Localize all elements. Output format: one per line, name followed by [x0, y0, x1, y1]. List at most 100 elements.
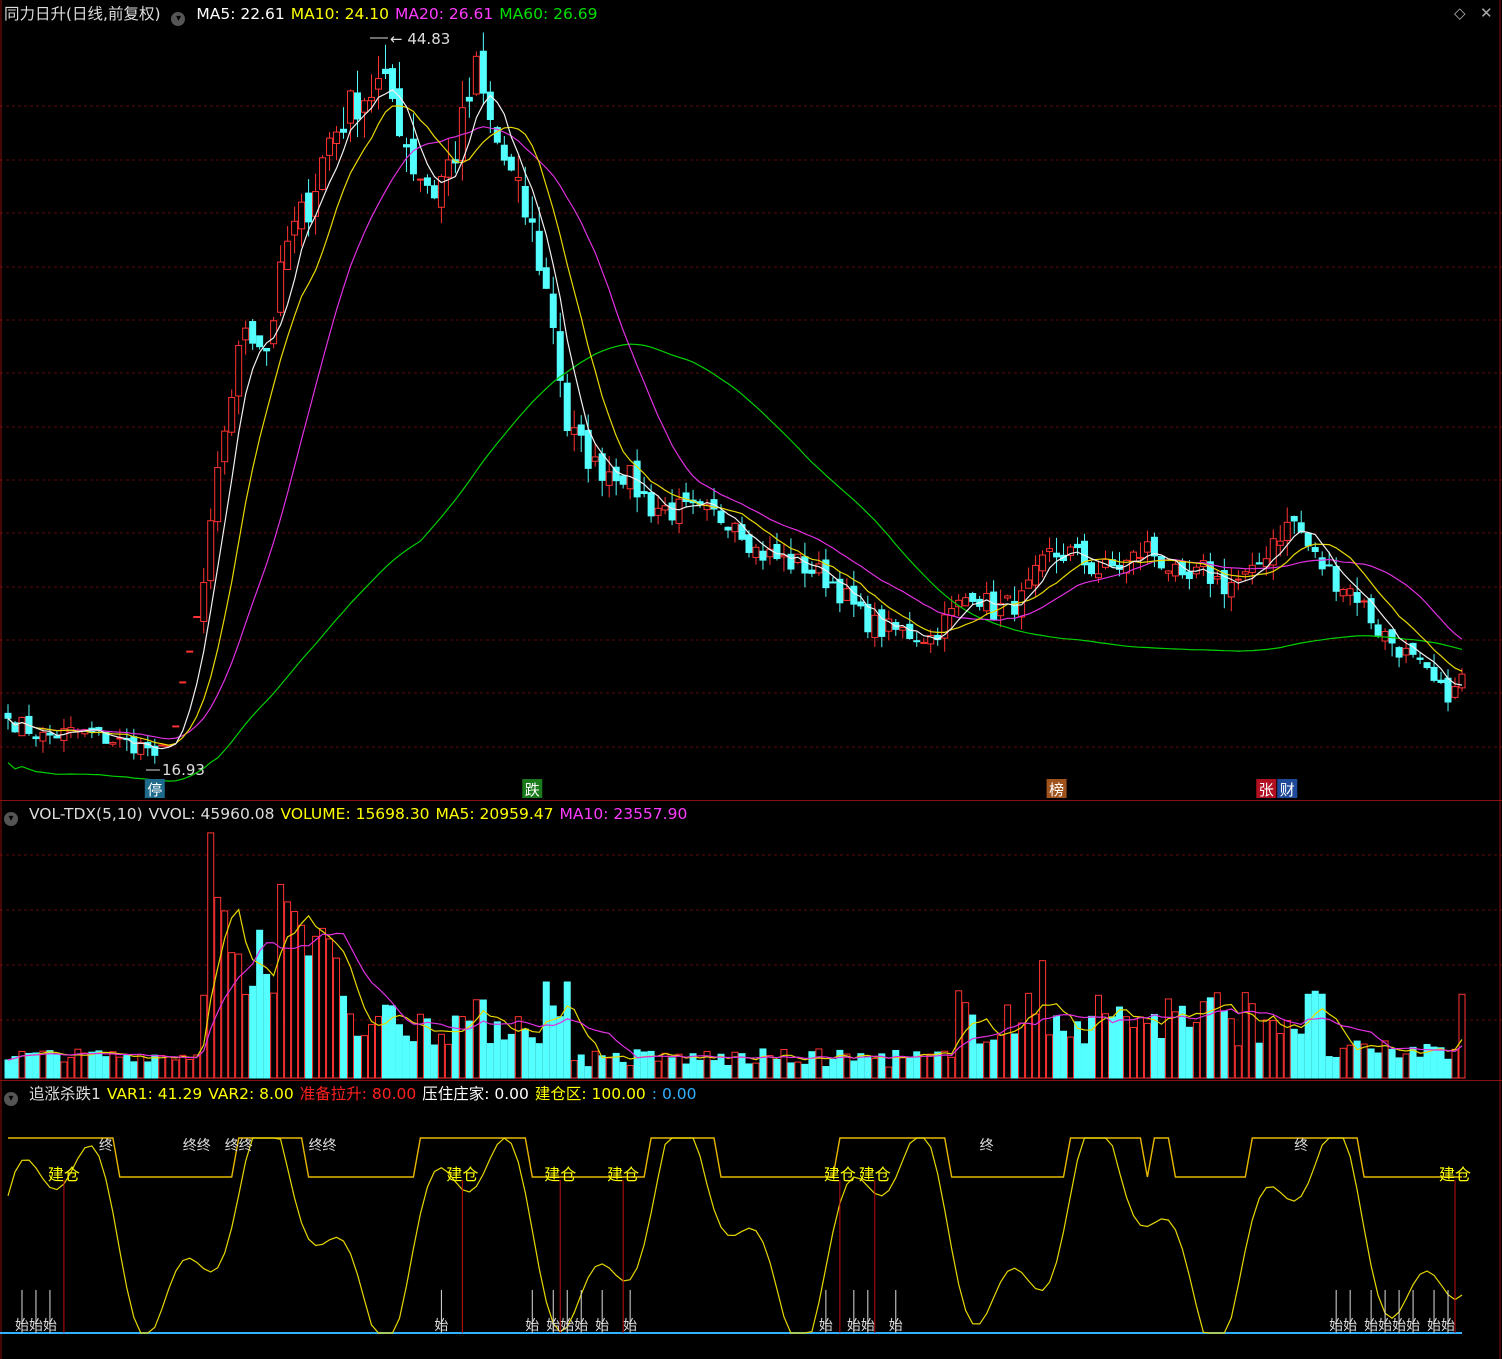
volume-bar	[885, 1066, 893, 1079]
volume-bar	[1262, 1019, 1270, 1079]
candle-body	[381, 68, 389, 75]
volume-bar	[165, 1056, 173, 1079]
ma60-line	[7, 343, 1463, 782]
volume-bar	[486, 1043, 494, 1079]
start-label: 始	[623, 1318, 637, 1334]
volume-bar	[1402, 1053, 1410, 1079]
candle-body	[654, 507, 662, 516]
volume-bar	[1451, 1048, 1459, 1079]
candle-body	[263, 347, 271, 352]
end-label: 终	[1294, 1138, 1308, 1154]
volume-bar	[1339, 1047, 1347, 1079]
candle-body	[333, 131, 341, 144]
volume-bar	[1458, 993, 1466, 1079]
volume-bar	[298, 924, 306, 1079]
volume-bar	[619, 1061, 627, 1079]
volume-bar	[745, 1063, 753, 1079]
candle-body	[647, 492, 655, 517]
volume-bar	[647, 1050, 655, 1079]
volume-bar	[1430, 1046, 1438, 1079]
volume-bar	[1255, 1042, 1263, 1079]
volume-bar	[235, 953, 243, 1079]
candle-body	[1136, 556, 1144, 559]
volume-bar	[402, 1035, 410, 1079]
volume-bar	[1108, 1016, 1116, 1079]
candle-body	[801, 556, 809, 574]
candle-body	[207, 520, 215, 582]
candle-body	[1039, 554, 1047, 572]
volume-bar	[1318, 993, 1326, 1079]
volume-bar	[906, 1056, 914, 1079]
volume-bar	[1269, 1020, 1277, 1079]
candle-body	[808, 569, 816, 574]
candle-body	[675, 498, 683, 524]
volume-bar	[773, 1058, 781, 1079]
volume-bar	[1046, 1034, 1054, 1079]
candle-body	[395, 88, 403, 137]
candle-body	[374, 78, 382, 90]
volume-bar	[829, 1058, 837, 1079]
candle-body	[1360, 600, 1368, 603]
volume-bar	[1060, 1030, 1068, 1079]
volume-bar	[1374, 1052, 1382, 1079]
build-label: 建仓	[446, 1165, 478, 1184]
volume-bar	[892, 1049, 900, 1079]
volume-bar	[263, 973, 271, 1079]
volume-bar	[116, 1056, 124, 1079]
candle-body	[465, 96, 473, 102]
candle-body	[291, 220, 299, 236]
volume-bar	[193, 1054, 201, 1079]
volume-bar	[1311, 990, 1319, 1079]
volume-bar	[1192, 1021, 1200, 1079]
candle-body	[200, 582, 208, 623]
candle-body	[1255, 562, 1263, 565]
candle-body	[1423, 662, 1431, 669]
volume-bar	[787, 1062, 795, 1079]
end-label: 终	[99, 1138, 113, 1154]
volume-bar	[361, 1035, 369, 1079]
start-label: 始	[1364, 1318, 1378, 1334]
volume-bar	[60, 1061, 68, 1079]
volume-bar	[605, 1057, 613, 1079]
build-label: 建仓	[1439, 1165, 1471, 1184]
start-label: 始	[1392, 1318, 1406, 1334]
volume-bar	[1395, 1057, 1403, 1079]
candle-body	[605, 471, 613, 486]
candle-body	[347, 90, 355, 124]
volume-bar	[528, 1037, 536, 1079]
volume-bar	[256, 929, 264, 1079]
candle-body	[969, 592, 977, 602]
build-label: 建仓	[48, 1165, 80, 1184]
volume-bar	[39, 1050, 47, 1079]
candle-body	[312, 191, 320, 217]
candle-body	[843, 588, 851, 601]
volume-bar	[1074, 1021, 1082, 1079]
candle-body	[1388, 629, 1396, 644]
volume-bar	[249, 985, 257, 1079]
chart-canvas: ← 44.8316.93停跌榜张财建仓 建仓 建仓 建仓 建仓 建仓 建仓始始始始始始始始始…	[0, 0, 1502, 1359]
volume-bar	[500, 1039, 508, 1079]
candle-body	[1332, 566, 1340, 592]
candle-body	[1004, 595, 1012, 599]
volume-bar	[395, 1024, 403, 1079]
volume-bar	[151, 1054, 159, 1079]
candle-body	[298, 201, 306, 230]
volume-bar	[661, 1052, 669, 1079]
candle-body	[284, 240, 292, 271]
start-label: 始	[1343, 1318, 1357, 1334]
volume-bar	[88, 1051, 96, 1079]
candle-body	[913, 640, 921, 643]
start-label: 始	[847, 1318, 861, 1334]
start-label: 始	[1441, 1318, 1455, 1334]
volume-bar	[1304, 993, 1312, 1079]
candle-body	[857, 601, 865, 607]
volume-bar	[794, 1061, 802, 1079]
volume-bar	[1011, 1033, 1019, 1079]
volume-bar	[780, 1048, 788, 1079]
marker-label: 跌	[525, 781, 540, 799]
volume-bar	[808, 1051, 816, 1079]
volume-bar	[850, 1060, 858, 1079]
candle-body	[661, 505, 669, 511]
candle-body	[388, 68, 396, 99]
candle-body	[1367, 598, 1375, 624]
